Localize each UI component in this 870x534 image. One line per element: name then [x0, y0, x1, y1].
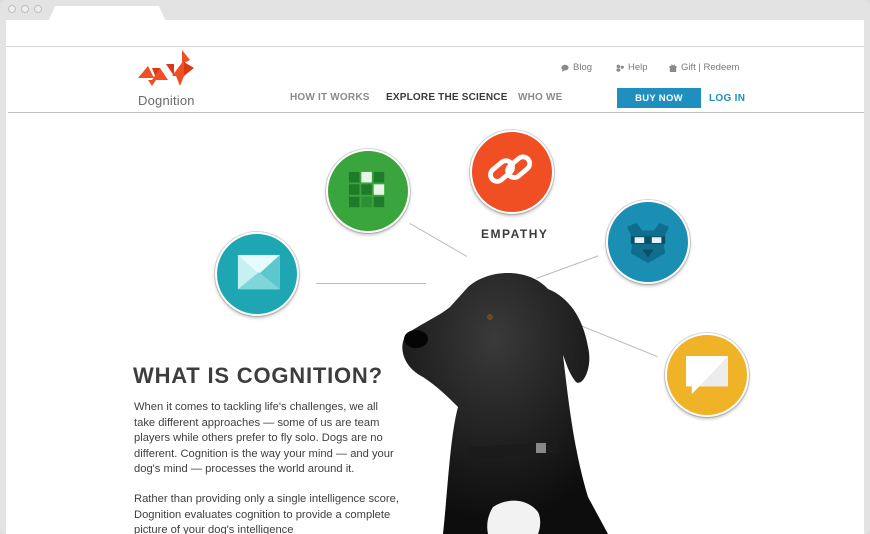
reasoning-dimension-circle[interactable] — [665, 333, 749, 417]
envelope-icon — [237, 254, 280, 290]
gift-redeem-link[interactable]: Gift | Redeem — [669, 62, 739, 73]
help-label: Help — [628, 62, 648, 73]
speech-bubble-icon — [686, 355, 728, 395]
link-chain-icon — [488, 154, 533, 184]
dog-mask-icon — [627, 222, 669, 263]
nav-who-we[interactable]: WHO WE — [518, 92, 563, 103]
help-link[interactable]: Help — [616, 62, 648, 73]
empathy-label: EMPATHY — [481, 227, 549, 241]
connector-line — [409, 223, 468, 257]
nav-explore-the-science[interactable]: EXPLORE THE SCIENCE — [386, 92, 508, 103]
help-icon — [616, 64, 624, 72]
second-paragraph: Rather than providing only a single inte… — [134, 493, 399, 534]
header-bottom-divider — [8, 112, 864, 113]
great-dane-photo — [402, 273, 608, 534]
gift-icon — [669, 64, 677, 72]
header-top-divider — [6, 46, 864, 47]
maximize-window-dot[interactable] — [34, 5, 42, 13]
memory-dimension-circle[interactable] — [326, 149, 410, 233]
web-page: Dognition Blog Help Gift | Redeem HOW IT… — [6, 20, 864, 534]
blog-link[interactable]: Blog — [561, 62, 592, 73]
minimize-window-dot[interactable] — [21, 5, 29, 13]
intro-paragraph: When it comes to tackling life's challen… — [134, 401, 394, 475]
communication-dimension-circle[interactable] — [215, 232, 299, 316]
page-heading: WHAT IS COGNITION? — [133, 363, 383, 388]
brand-name: Dognition — [138, 93, 195, 108]
gift-redeem-label: Gift | Redeem — [681, 62, 740, 73]
nav-how-it-works[interactable]: HOW IT WORKS — [290, 92, 370, 103]
close-window-dot[interactable] — [8, 5, 16, 13]
buy-now-button[interactable]: BUY NOW — [617, 88, 701, 108]
blog-label: Blog — [573, 62, 593, 73]
browser-window: Dognition Blog Help Gift | Redeem HOW IT… — [0, 0, 870, 534]
chat-icon — [561, 64, 569, 72]
grid-icon — [348, 171, 385, 208]
log-in-link[interactable]: LOG IN — [709, 93, 745, 104]
window-controls — [8, 5, 42, 13]
cunning-dimension-circle[interactable] — [606, 200, 690, 284]
empathy-dimension-circle[interactable] — [470, 130, 554, 214]
